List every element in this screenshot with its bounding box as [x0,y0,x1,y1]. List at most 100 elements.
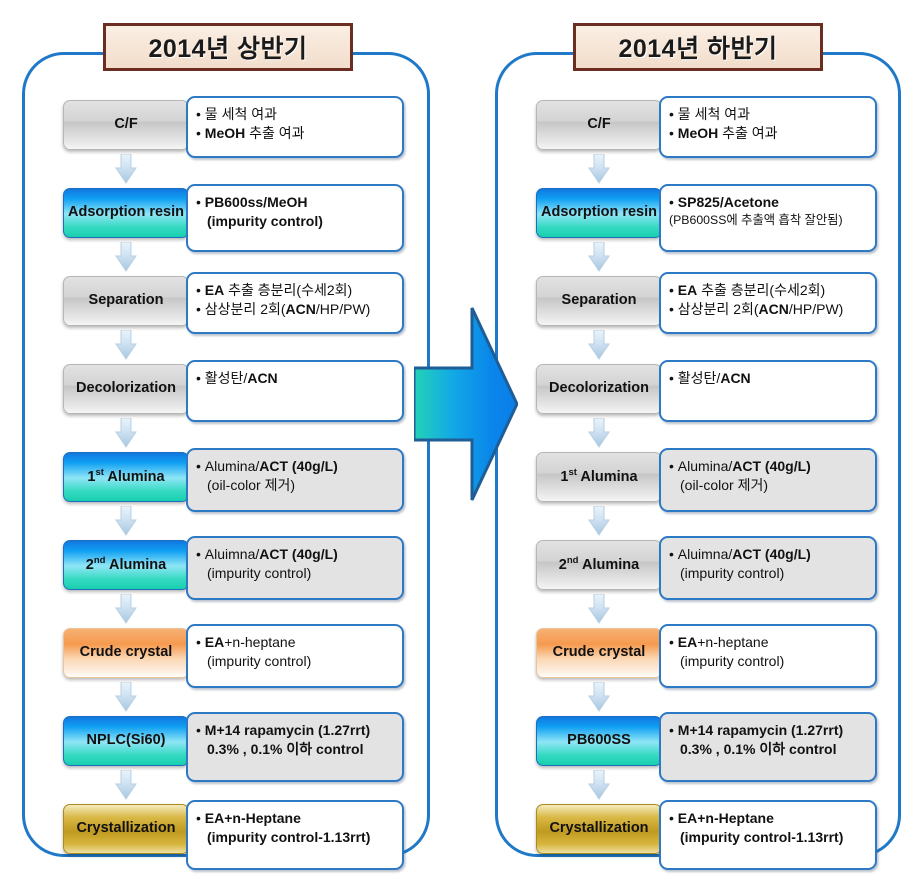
note-line: (impurity control-1.13rrt) [207,829,371,846]
process-step-label: 1st Alumina [87,467,165,486]
process-step-crystallization[interactable]: Crystallization [536,804,662,854]
arrow-down-icon [115,153,137,184]
arrow-down-icon [588,153,610,184]
process-step-label: Adsorption resin [67,204,184,221]
process-note: • Aluimna/ACT (40g/L) (impurity control) [659,536,877,600]
bullet-icon: • [196,722,205,738]
process-note: • EA 추출 층분리(수세2회) • 삼상분리 2회(ACN/HP/PW) [659,272,877,334]
process-step-2nd-alumina[interactable]: 2nd Alumina [536,540,662,590]
process-step-crude-crystal[interactable]: Crude crystal [63,628,189,678]
note-line: • Aluimna/ACT (40g/L) [196,546,338,562]
bullet-icon: • [196,106,205,122]
bullet-icon: • [669,810,678,826]
bullet-icon: • [669,546,678,562]
process-note: • SP825/Acetone (PB600SS에 추출액 흡착 잘안됨) [659,184,877,252]
process-step-adsorption-resin[interactable]: Adsorption resin [63,188,189,238]
process-step-c-f[interactable]: C/F [536,100,662,150]
arrow-down-icon [115,329,137,360]
note-line: 0.3% , 0.1% 이하 control [680,741,837,758]
process-step-label: 1st Alumina [560,467,638,486]
process-step-crude-crystal[interactable]: Crude crystal [536,628,662,678]
process-step-label: C/F [587,116,611,133]
process-note: • EA 추출 층분리(수세2회) • 삼상분리 2회(ACN/HP/PW) [186,272,404,334]
note-line: (impurity control) [680,565,785,582]
step-slot: NPLC(Si60) [63,716,189,804]
steps-column-left: C/F Adsorption resin Separation Decolorizat… [63,100,189,892]
process-step-label: Crude crystal [79,644,173,661]
note-line: (PB600SS에 추출액 흡착 잘안됨) [669,213,843,228]
process-note: • Alumina/ACT (40g/L) (oil-color 제거) [186,448,404,512]
note-line: (impurity control) [207,565,312,582]
process-step-adsorption-resin[interactable]: Adsorption resin [536,188,662,238]
step-slot: PB600SS [536,716,662,804]
note-line: (impurity control) [680,653,785,670]
step-slot: Decolorization [63,364,189,452]
process-step-separation[interactable]: Separation [63,276,189,326]
process-note: • EA+n-Heptane (impurity control-1.13rrt) [186,800,404,870]
process-step-1st-alumina[interactable]: 1st Alumina [536,452,662,502]
note-line: • EA+n-heptane [669,634,769,650]
process-step-nplc-si60[interactable]: NPLC(Si60) [63,716,189,766]
process-step-label: C/F [114,116,138,133]
arrow-down-icon [588,681,610,712]
note-line: (impurity control-1.13rrt) [680,829,844,846]
arrow-down-icon [115,505,137,536]
process-step-separation[interactable]: Separation [536,276,662,326]
process-step-1st-alumina[interactable]: 1st Alumina [63,452,189,502]
note-line: • M+14 rapamycin (1.27rrt) [669,722,844,738]
process-note: • 물 세척 여과 • MeOH 추출 여과 [186,96,404,158]
process-note: • Aluimna/ACT (40g/L) (impurity control) [186,536,404,600]
bullet-icon: • [669,125,678,142]
process-step-decolorization[interactable]: Decolorization [536,364,662,414]
step-slot: 1st Alumina [63,452,189,540]
note-line: • M+14 rapamycin (1.27rrt) [196,722,371,738]
process-step-2nd-alumina[interactable]: 2nd Alumina [63,540,189,590]
arrow-down-icon [588,417,610,448]
process-step-label: NPLC(Si60) [86,732,166,749]
note-line: • 삼상분리 2회(ACN/HP/PW) [196,301,371,318]
bullet-icon: • [196,301,205,318]
step-slot: 2nd Alumina [63,540,189,628]
note-line: (oil-color 제거) [207,477,295,494]
process-note: • M+14 rapamycin (1.27rrt) 0.3% , 0.1% 이하… [659,712,877,782]
arrow-down-icon [115,769,137,800]
bullet-icon: • [669,282,678,298]
process-note: • EA+n-heptane (impurity control) [186,624,404,688]
arrow-down-icon [588,505,610,536]
bullet-icon: • [669,458,678,474]
step-slot: Crystallization [536,804,662,892]
process-step-decolorization[interactable]: Decolorization [63,364,189,414]
arrow-down-icon [115,241,137,272]
bullet-icon: • [196,810,205,826]
process-note: • EA+n-heptane (impurity control) [659,624,877,688]
bullet-icon: • [669,106,678,122]
process-step-c-f[interactable]: C/F [63,100,189,150]
note-line: • 삼상분리 2회(ACN/HP/PW) [669,301,844,318]
bullet-icon: • [669,370,678,386]
step-slot: Separation [536,276,662,364]
note-line: (impurity control) [207,653,312,670]
bullet-icon: • [196,458,205,474]
step-slot: C/F [63,100,189,188]
panel-title-right: 2014년 하반기 [573,23,823,71]
note-line: • MeOH 추출 여과 [196,125,305,142]
bullet-icon: • [196,370,205,386]
process-note: • EA+n-Heptane (impurity control-1.13rrt) [659,800,877,870]
step-slot: Decolorization [536,364,662,452]
note-line: • Aluimna/ACT (40g/L) [669,546,811,562]
bullet-icon: • [669,301,678,318]
process-note: • M+14 rapamycin (1.27rrt) 0.3% , 0.1% 이하… [186,712,404,782]
process-note: • 활성탄/ACN [659,360,877,422]
note-line: • EA 추출 층분리(수세2회) [196,282,353,298]
bullet-icon: • [196,194,205,210]
note-line: • SP825/Acetone [669,194,779,210]
arrow-down-icon [115,593,137,624]
process-step-crystallization[interactable]: Crystallization [63,804,189,854]
arrow-down-icon [588,241,610,272]
process-step-pb600ss[interactable]: PB600SS [536,716,662,766]
process-step-label: 2nd Alumina [558,555,640,574]
note-line: • EA+n-heptane [196,634,296,650]
step-slot: C/F [536,100,662,188]
process-note: • 활성탄/ACN [186,360,404,422]
bullet-icon: • [669,722,678,738]
